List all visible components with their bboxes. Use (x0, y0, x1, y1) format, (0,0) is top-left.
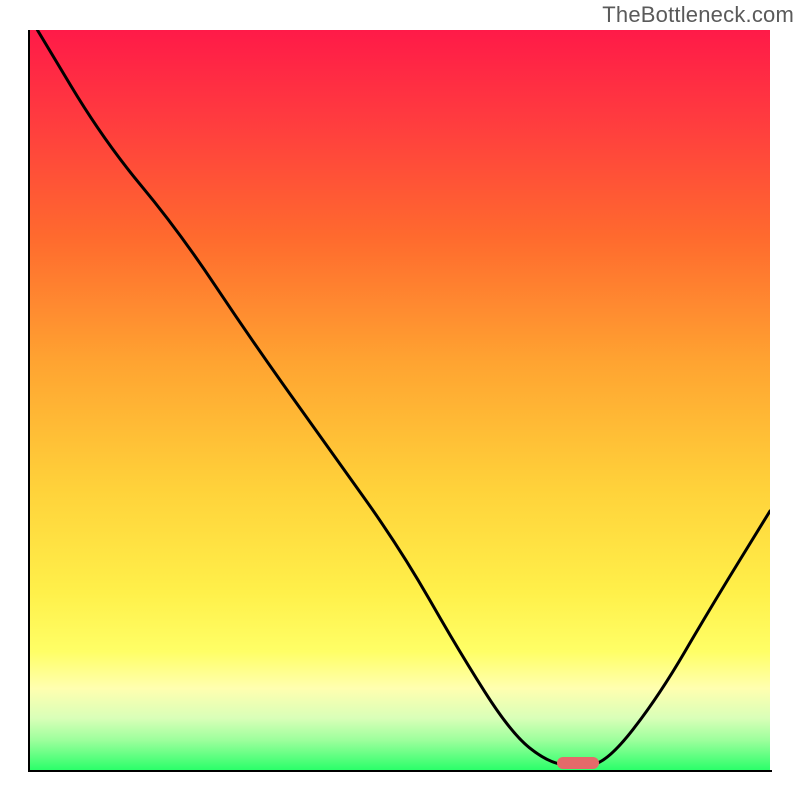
plot-area (30, 30, 770, 770)
watermark-text: TheBottleneck.com (602, 2, 794, 28)
curve-path (37, 30, 770, 765)
bottleneck-curve (30, 30, 770, 770)
chart-container: TheBottleneck.com (0, 0, 800, 800)
y-axis (28, 30, 30, 772)
x-axis (28, 770, 772, 772)
optimal-marker (557, 757, 599, 769)
